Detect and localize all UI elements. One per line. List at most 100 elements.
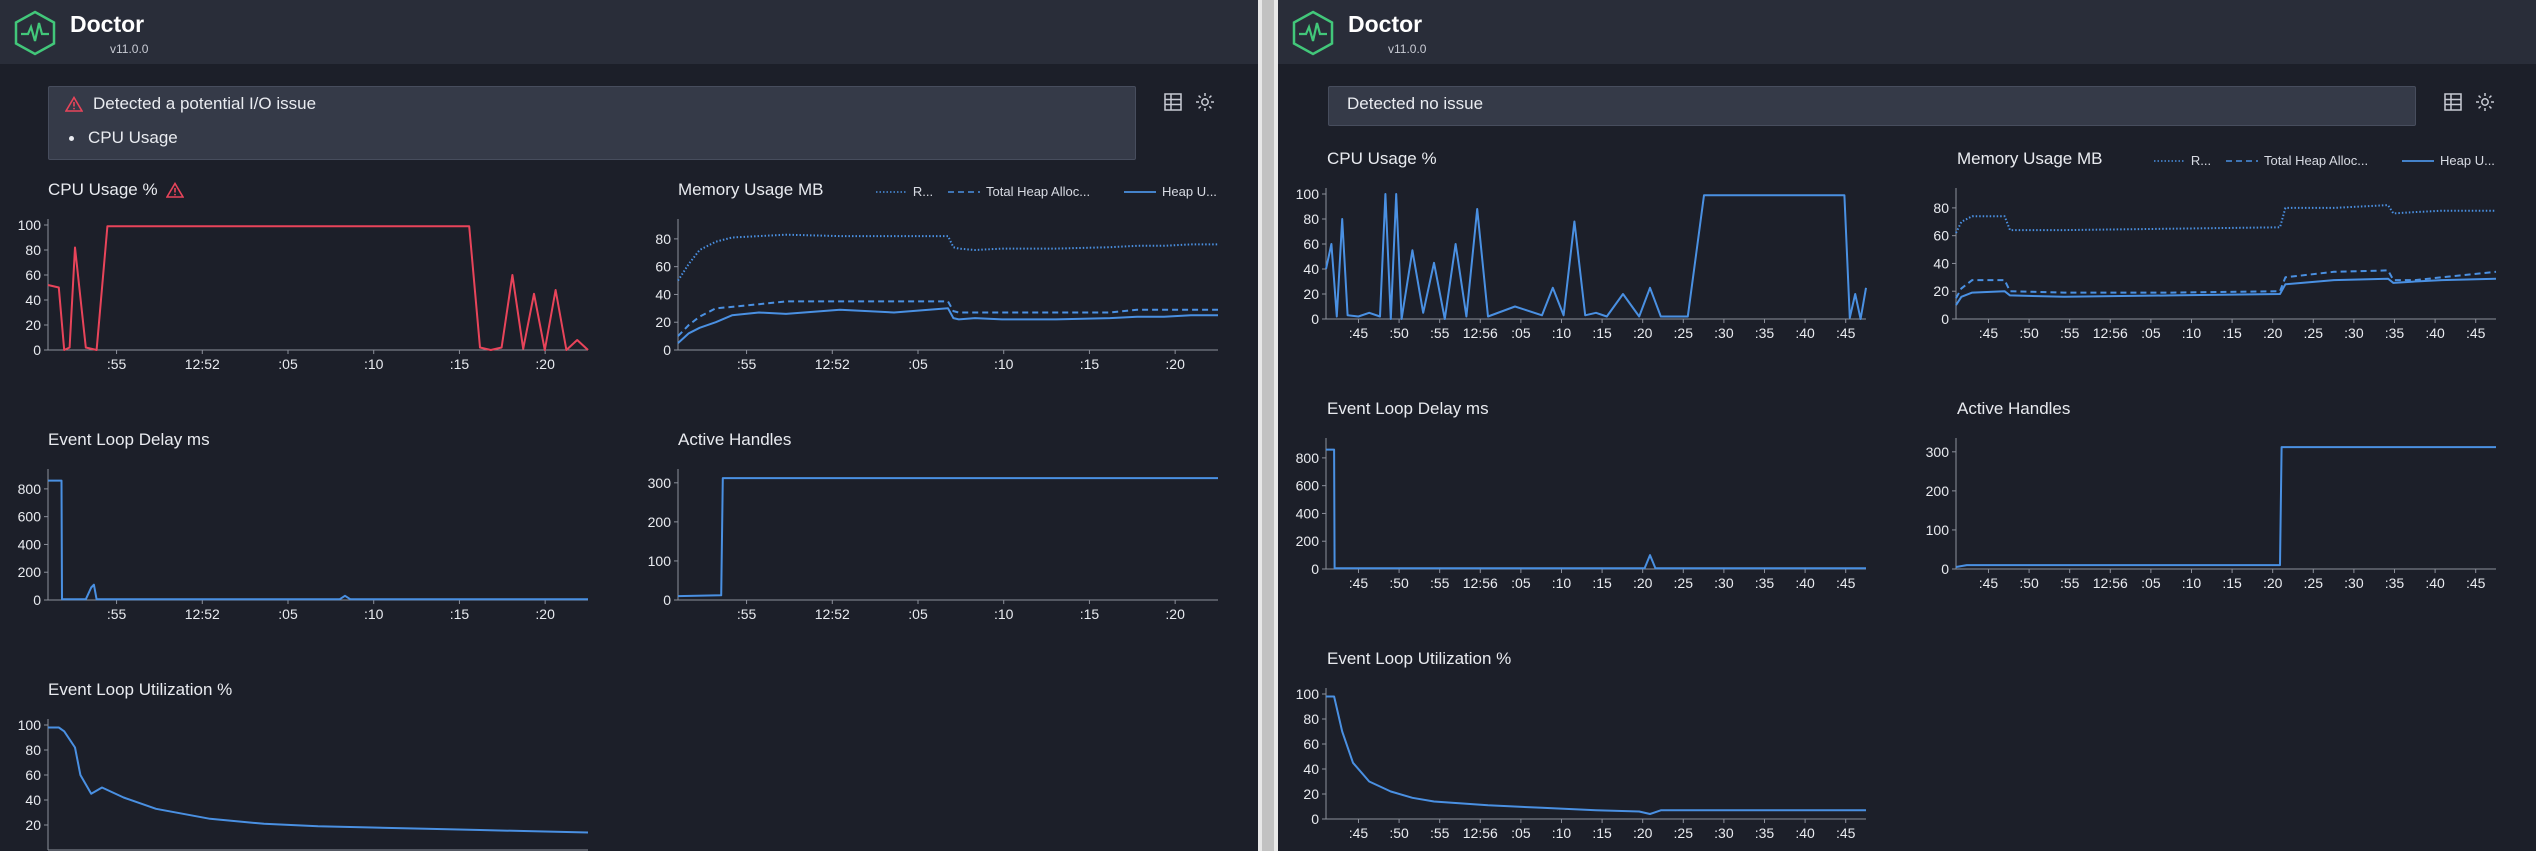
x-tick-label: :40 [1795, 325, 1815, 341]
x-tick-label: :15 [1592, 575, 1612, 591]
y-tick-label: 20 [1303, 286, 1319, 302]
x-tick-label: :40 [1795, 825, 1815, 841]
x-tick-label: :10 [994, 606, 1014, 622]
x-tick-label: 12:56 [1463, 325, 1498, 341]
x-tick-label: :25 [2304, 575, 2324, 591]
event-loop-utilization-plot: 0 20 40 60 80 100:45:50:55 12:56:05:10:15:20:2… [1296, 686, 1866, 841]
doctor-window-left: Doctor v11.0.0 Detected a potential I/O … [0, 0, 1258, 851]
x-tick-label: :15 [450, 606, 470, 622]
memory-usage-chart: Memory Usage MB R... Total Heap Alloc...… [1908, 149, 2498, 341]
grid-layout-icon[interactable] [1163, 92, 1183, 112]
x-tick-label: :15 [2222, 325, 2242, 341]
x-tick-label: :40 [1795, 575, 1815, 591]
y-tick-label: 200 [1926, 483, 1950, 499]
x-tick-label: :35 [1755, 325, 1775, 341]
event-loop-delay-chart: Event Loop Delay ms 0 200 400 600 800:45:50:… [1278, 399, 1868, 591]
x-tick-label: :20 [1633, 825, 1653, 841]
alert-item: CPU Usage [69, 128, 178, 148]
y-tick-label: 60 [25, 767, 41, 783]
x-tick-label: :35 [2385, 325, 2405, 341]
x-tick-label: :15 [1080, 356, 1100, 372]
x-tick-label: 12:52 [185, 356, 220, 372]
x-tick-label: :45 [1979, 325, 1999, 341]
bullet [69, 135, 74, 141]
x-tick-label: :50 [2019, 575, 2039, 591]
y-tick-label: 0 [1311, 311, 1319, 327]
y-tick-label: 40 [1303, 261, 1319, 277]
x-tick-label: :20 [2263, 575, 2283, 591]
x-tick-label: :45 [1836, 825, 1856, 841]
x-tick-label: :05 [908, 606, 928, 622]
y-tick-label: 80 [1303, 211, 1319, 227]
x-tick-label: :25 [1674, 575, 1694, 591]
x-tick-label: 12:52 [815, 606, 850, 622]
app-version: v11.0.0 [1388, 42, 1427, 56]
y-tick-label: 800 [18, 481, 42, 497]
y-tick-label: 20 [25, 817, 41, 833]
alert-title-row: Detected a potential I/O issue [65, 94, 316, 114]
scrollbar-thumb[interactable] [1262, 0, 1274, 851]
sun-theme-icon[interactable] [2475, 92, 2495, 112]
y-tick-label: 60 [1933, 228, 1949, 244]
y-tick-label: 0 [663, 592, 671, 608]
series-line-elu [1326, 695, 1866, 815]
series-line-handles [1955, 446, 2496, 568]
x-tick-label: :05 [2141, 575, 2161, 591]
y-tick-label: 300 [648, 475, 672, 491]
y-tick-label: 0 [1941, 311, 1949, 327]
x-tick-label: :55 [737, 356, 757, 372]
x-tick-label: :15 [450, 356, 470, 372]
active-handles-plot: 0 100 200 300:55 12:52:05:10:15:20 [648, 469, 1218, 622]
memory-usage-chart: Memory Usage MB R... Total Heap Alloc...… [630, 180, 1220, 372]
x-tick-label: :05 [908, 356, 928, 372]
x-tick-label: :50 [2019, 325, 2039, 341]
x-tick-label: :45 [1349, 575, 1369, 591]
x-tick-label: :55 [1430, 325, 1450, 341]
x-tick-label: :55 [1430, 825, 1450, 841]
y-tick-label: 60 [1303, 736, 1319, 752]
x-tick-label: :55 [2060, 325, 2080, 341]
y-tick-label: 0 [1311, 811, 1319, 827]
x-tick-label: 12:56 [1463, 575, 1498, 591]
x-tick-label: :10 [364, 606, 384, 622]
x-tick-label: :20 [1633, 575, 1653, 591]
y-tick-label: 20 [1933, 283, 1949, 299]
series-line-elu [48, 726, 589, 834]
x-tick-label: :55 [107, 356, 127, 372]
y-tick-label: 40 [1933, 255, 1949, 271]
x-tick-label: :05 [1511, 325, 1531, 341]
cpu-usage-chart: CPU Usage % 0 20 40 60 80 100:55 12:52:05:10:1… [0, 180, 590, 372]
x-tick-label: :05 [278, 606, 298, 622]
y-tick-label: 20 [655, 314, 671, 330]
x-tick-label: :20 [2263, 325, 2283, 341]
x-tick-label: :15 [1592, 825, 1612, 841]
app-header: Doctor v11.0.0 [1278, 0, 2536, 64]
y-tick-label: 40 [25, 792, 41, 808]
sun-theme-icon[interactable] [1195, 92, 1215, 112]
series-line-total-heap-allocated [677, 300, 1218, 337]
y-tick-label: 300 [1926, 444, 1950, 460]
series-line-heap-used [677, 307, 1218, 344]
x-tick-label: :20 [1633, 325, 1653, 341]
x-tick-label: :05 [278, 356, 298, 372]
y-tick-label: 40 [25, 292, 41, 308]
app-title: Doctor [1348, 11, 1423, 37]
y-tick-label: 600 [1296, 478, 1320, 494]
alert-title: Detected no issue [1347, 94, 1484, 113]
x-tick-label: 12:52 [815, 356, 850, 372]
x-tick-label: :35 [2385, 575, 2405, 591]
x-tick-label: :45 [2466, 325, 2486, 341]
x-tick-label: :35 [1755, 825, 1775, 841]
grid-layout-icon[interactable] [2443, 92, 2463, 112]
x-tick-label: :50 [1389, 575, 1409, 591]
app-title: Doctor [70, 11, 145, 37]
x-tick-label: :05 [1511, 825, 1531, 841]
x-tick-label: :05 [1511, 575, 1531, 591]
y-tick-label: 40 [1303, 761, 1319, 777]
series-line-cpu [1325, 193, 1867, 320]
x-tick-label: 12:52 [185, 606, 220, 622]
series-line-rss [1955, 204, 2496, 234]
x-tick-label: :35 [1755, 575, 1775, 591]
x-tick-label: :30 [1714, 575, 1734, 591]
alert-panel: Detected a potential I/O issue CPU Usage [48, 86, 1136, 160]
